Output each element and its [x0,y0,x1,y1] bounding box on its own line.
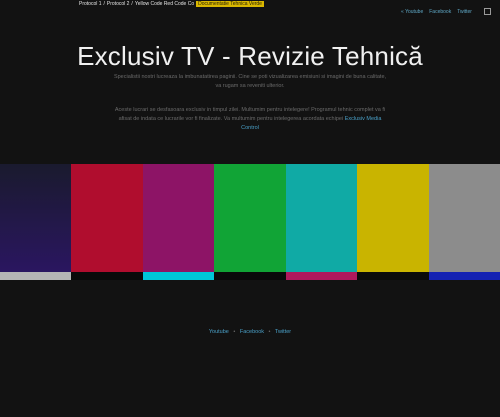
breadcrumb-item-protocol-1[interactable]: Protocol 1 [79,1,102,7]
nav-youtube-link[interactable]: « Youtube [401,9,423,15]
test-pattern-bar-color [214,164,287,272]
intro-paragraph-1: Specialistii nostri lucreaza la imbunata… [113,74,387,89]
breadcrumb: Protocol 1 / Protocol 2 / Yellow Code Re… [79,1,264,7]
test-pattern-strip [357,272,430,280]
footer-separator: • [268,329,271,335]
test-pattern [0,164,500,280]
footer-twitter-link[interactable]: Twitter [275,329,291,335]
test-pattern-bar-color [357,164,430,272]
test-pattern-bar-color [428,164,500,272]
test-pattern-strip [214,272,287,280]
nav-twitter-link[interactable]: Twitter [457,9,472,15]
test-pattern-bar-color [285,164,358,272]
test-pattern-bar-color [142,164,215,272]
page-title: Exclusiv TV - Revizie Tehnică [77,41,423,71]
test-pattern-strip [285,272,358,280]
fullscreen-icon[interactable] [484,8,491,15]
nav-facebook-link[interactable]: Facebook [429,9,451,15]
test-pattern-strip [0,272,72,280]
test-pattern-strip [428,272,500,280]
breadcrumb-separator: / [103,1,105,7]
footer: Youtube • Facebook • Twitter [0,329,500,335]
breadcrumb-item-codes[interactable]: Yellow Code Red Code Co [135,1,194,7]
footer-separator: • [233,329,236,335]
footer-youtube-link[interactable]: Youtube [209,329,229,335]
top-bar: Protocol 1 / Protocol 2 / Yellow Code Re… [0,0,500,26]
intro-paragraph-2: Aceste lucrari se desfasoara exclusiv in… [112,106,388,133]
breadcrumb-item-protocol-2[interactable]: Protocol 2 [107,1,130,7]
test-pattern-strip [142,272,215,280]
breadcrumb-highlight[interactable]: Documentatie Tehnica Verde [196,1,264,7]
breadcrumb-separator: / [131,1,133,7]
test-pattern-bar-color [0,164,72,272]
test-pattern-strip [71,272,144,280]
test-pattern-bar-color [71,164,144,272]
footer-facebook-link[interactable]: Facebook [240,329,264,335]
top-nav: « Youtube Facebook Twitter [401,9,472,15]
